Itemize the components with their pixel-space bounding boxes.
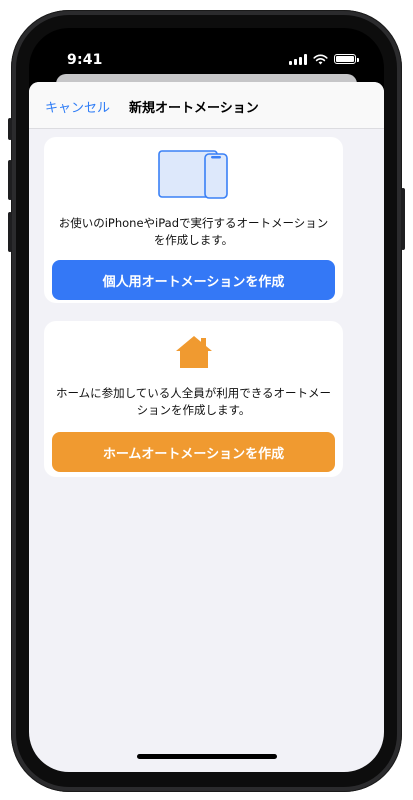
- personal-automation-card: お使いのiPhoneやiPadで実行するオートメーションを作成します。 個人用オ…: [44, 137, 343, 303]
- battery-icon: [334, 54, 359, 64]
- status-bar: 9:41: [29, 28, 384, 74]
- create-home-automation-button[interactable]: ホームオートメーションを作成: [52, 432, 335, 472]
- home-automation-description: ホームに参加している人全員が利用できるオートメーションを作成します。: [55, 386, 332, 417]
- create-personal-automation-button[interactable]: 個人用オートメーションを作成: [52, 260, 335, 300]
- house-icon: [176, 336, 212, 368]
- screen: 9:41 キャンセル 新規オートメーション お使いのiPhoneやiPadで実行…: [29, 28, 384, 772]
- cancel-button[interactable]: キャンセル: [45, 97, 110, 116]
- home-indicator: [137, 754, 277, 759]
- volume-down-button: [8, 212, 12, 252]
- cellular-signal-icon: [289, 53, 307, 65]
- wifi-icon: [313, 54, 328, 64]
- personal-automation-description: お使いのiPhoneやiPadで実行するオートメーションを作成します。: [58, 216, 329, 247]
- new-automation-sheet: キャンセル 新規オートメーション お使いのiPhoneやiPadで実行するオート…: [29, 82, 384, 772]
- status-icons: [289, 53, 359, 65]
- page-title: 新規オートメーション: [129, 101, 259, 116]
- navigation-bar: キャンセル 新規オートメーション: [29, 82, 384, 129]
- power-button: [401, 188, 405, 250]
- home-automation-card: ホームに参加している人全員が利用できるオートメーションを作成します。 ホームオー…: [44, 321, 343, 477]
- volume-up-button: [8, 160, 12, 200]
- status-time: 9:41: [67, 52, 103, 68]
- ipad-iphone-icon: [158, 150, 228, 199]
- silent-switch: [8, 118, 12, 140]
